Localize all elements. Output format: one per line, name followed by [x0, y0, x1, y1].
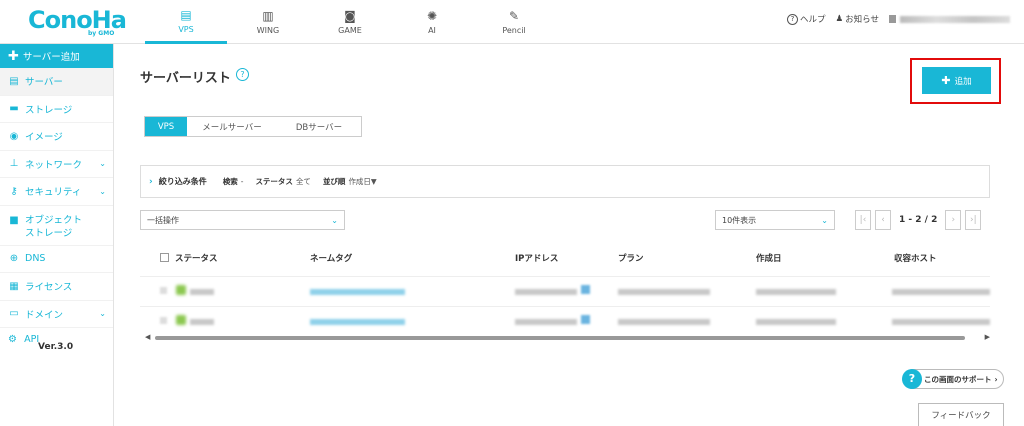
nav-game[interactable]: ◙ GAME: [309, 0, 391, 44]
server-icon: ▤: [180, 7, 192, 22]
chevron-down-icon: ⌄: [821, 215, 828, 225]
horizontal-scrollbar[interactable]: ◀ ▶: [145, 333, 990, 342]
tab-db-server[interactable]: DBサーバー: [277, 117, 361, 136]
highlight-box: ✚ 追加: [910, 58, 1001, 104]
brain-icon: ✺: [426, 9, 438, 23]
nav-vps[interactable]: ▤ VPS: [145, 0, 227, 44]
top-bar: ConoHa by GMO ▤ VPS ▥ WING ◙ GAME ✺ AI ✎…: [0, 0, 1024, 44]
col-ip[interactable]: IPアドレス: [515, 252, 558, 264]
sidebar-item-image[interactable]: ◉ イメージ: [0, 123, 113, 151]
add-server-button[interactable]: ✚ サーバー追加: [0, 44, 113, 68]
server-icon: ▤: [9, 75, 19, 87]
add-button[interactable]: ✚ 追加: [922, 67, 991, 94]
chevron-down-icon: ⌄: [331, 215, 338, 225]
tab-vps[interactable]: VPS: [145, 117, 187, 136]
storage-icon: ▬: [9, 103, 19, 115]
image-icon: ◉: [9, 130, 19, 142]
sidebar-item-server[interactable]: ▤ サーバー: [0, 68, 113, 96]
scroll-left-icon[interactable]: ◀: [145, 333, 150, 341]
select-all-checkbox[interactable]: [160, 253, 169, 262]
status-icon: [176, 285, 186, 295]
copy-icon[interactable]: [581, 315, 590, 324]
notice-link[interactable]: ♟ お知らせ: [836, 13, 879, 25]
network-icon: ⊥: [9, 158, 19, 170]
key-icon: ⚷: [10, 185, 18, 197]
col-created[interactable]: 作成日: [756, 252, 782, 264]
scroll-right-icon[interactable]: ▶: [985, 333, 990, 341]
help-link[interactable]: ? ヘルプ: [787, 13, 826, 25]
sidebar-item-storage[interactable]: ▬ ストレージ: [0, 96, 113, 123]
page-title: サーバーリスト: [140, 71, 231, 86]
col-host[interactable]: 収容ホスト: [894, 252, 937, 264]
sidebar: ✚ サーバー追加 ▤ サーバー ▬ ストレージ ◉ イメージ ⊥ ネットワーク …: [0, 44, 114, 426]
server-type-tabs: VPS メールサーバー DBサーバー: [144, 116, 362, 137]
prev-page-icon[interactable]: ‹: [875, 210, 891, 230]
sidebar-item-network[interactable]: ⊥ ネットワーク ⌄: [0, 151, 113, 178]
api-version: Ver.3.0: [38, 342, 74, 352]
scroll-thumb[interactable]: [155, 336, 965, 340]
help-circle-icon: ?: [787, 13, 799, 25]
api-icon: ⚙: [8, 334, 17, 345]
next-page-icon[interactable]: ›: [945, 210, 962, 230]
help-circle-icon[interactable]: ?: [236, 68, 249, 81]
filter-panel[interactable]: › 絞り込み条件 検索 - ステータス 全て 並び順 作成日▼: [140, 165, 990, 198]
sidebar-item-object-storage[interactable]: ■ オブジェクト ストレージ: [0, 206, 113, 246]
row-checkbox[interactable]: [160, 317, 167, 324]
status-icon: [176, 315, 186, 325]
bulk-action-select[interactable]: 一括操作 ⌄: [140, 210, 345, 230]
logo-sub: by GMO: [88, 30, 115, 37]
tab-mail-server[interactable]: メールサーバー: [187, 117, 277, 136]
sidebar-item-api[interactable]: ⚙ API Ver.3.0: [0, 328, 113, 362]
col-nametag[interactable]: ネームタグ: [310, 252, 352, 264]
chevron-down-icon: ⌄: [99, 159, 106, 169]
sidebar-item-dns[interactable]: ⊕ DNS: [0, 246, 113, 273]
gamepad-icon: ◙: [344, 9, 356, 23]
plus-icon: ✚: [8, 48, 19, 64]
sidebar-item-license[interactable]: ▦ ライセンス: [0, 273, 113, 301]
chevron-down-icon: ⌄: [99, 309, 106, 319]
bell-icon: ♟: [835, 14, 844, 24]
top-nav: ▤ VPS ▥ WING ◙ GAME ✺ AI ✎ Pencil: [145, 0, 555, 44]
feedback-button[interactable]: フィードバック: [918, 403, 1004, 426]
user-name-blurred: [900, 15, 1010, 23]
nametag-link[interactable]: [310, 319, 405, 325]
table-row[interactable]: [140, 306, 990, 336]
pagination: |‹ ‹ 1 - 2 / 2 › ›|: [855, 210, 985, 230]
last-page-icon[interactable]: ›|: [965, 210, 982, 230]
page-support-button[interactable]: ? この画面のサポート ›: [902, 369, 1004, 389]
nametag-link[interactable]: [310, 289, 405, 295]
plus-icon: ✚: [941, 74, 951, 87]
nav-ai[interactable]: ✺ AI: [391, 0, 473, 44]
license-icon: ▦: [9, 280, 19, 292]
user-icon: [889, 15, 896, 23]
per-page-select[interactable]: 10件表示 ⌄: [715, 210, 835, 230]
domain-icon: ▭: [9, 308, 19, 320]
chevron-down-icon: ⌄: [99, 186, 106, 196]
question-icon: ?: [902, 369, 922, 389]
top-right-menu: ? ヘルプ ♟ お知らせ: [777, 13, 1010, 25]
building-icon: ▥: [262, 9, 274, 23]
sidebar-item-domain[interactable]: ▭ ドメイン ⌄: [0, 301, 113, 328]
folder-icon: ■: [9, 214, 19, 226]
nav-pencil[interactable]: ✎ Pencil: [473, 0, 555, 44]
chevron-right-icon: ›: [994, 374, 998, 384]
globe-icon: ⊕: [9, 253, 19, 265]
pencil-icon: ✎: [508, 9, 520, 23]
table-row[interactable]: [140, 276, 990, 306]
page-info: 1 - 2 / 2: [899, 215, 938, 225]
nav-wing[interactable]: ▥ WING: [227, 0, 309, 44]
copy-icon[interactable]: [581, 285, 590, 294]
first-page-icon[interactable]: |‹: [855, 210, 871, 230]
chevron-right-icon: ›: [149, 176, 153, 187]
col-plan[interactable]: プラン: [618, 252, 644, 264]
user-menu[interactable]: [889, 15, 1010, 23]
row-checkbox[interactable]: [160, 287, 167, 294]
sidebar-item-security[interactable]: ⚷ セキュリティ ⌄: [0, 178, 113, 206]
